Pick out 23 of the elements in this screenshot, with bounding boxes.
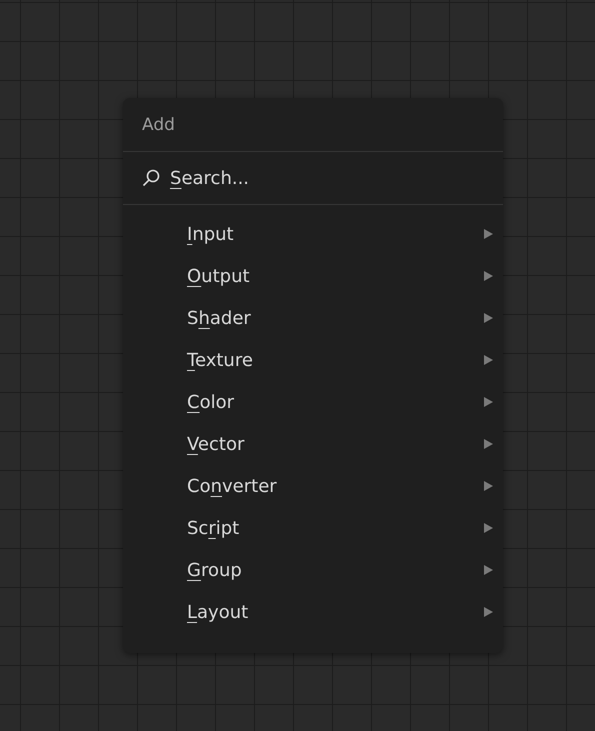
menu-item[interactable]: Texture bbox=[123, 339, 503, 381]
search-icon bbox=[142, 169, 160, 187]
submenu-arrow-icon bbox=[484, 397, 493, 407]
submenu-arrow-icon bbox=[484, 607, 493, 617]
menu-item[interactable]: Layout bbox=[123, 591, 503, 633]
menu-item[interactable]: Group bbox=[123, 549, 503, 591]
submenu-arrow-icon bbox=[484, 523, 493, 533]
search-field[interactable]: Search... bbox=[123, 152, 503, 204]
menu-item[interactable]: Converter bbox=[123, 465, 503, 507]
submenu-arrow-icon bbox=[484, 565, 493, 575]
submenu-arrow-icon bbox=[484, 481, 493, 491]
menu-title: Add bbox=[141, 114, 176, 137]
menu-item[interactable]: Color bbox=[123, 381, 503, 423]
submenu-arrow-icon bbox=[484, 229, 493, 239]
submenu-arrow-icon bbox=[484, 355, 493, 365]
menu-item[interactable]: Output bbox=[123, 255, 503, 297]
menu-item[interactable]: Shader bbox=[123, 297, 503, 339]
menu-item[interactable]: Script bbox=[123, 507, 503, 549]
menu-item[interactable]: Vector bbox=[123, 423, 503, 465]
submenu-arrow-icon bbox=[484, 313, 493, 323]
submenu-arrow-icon bbox=[484, 439, 493, 449]
submenu-arrow-icon bbox=[484, 271, 493, 281]
menu-item[interactable]: Input bbox=[123, 213, 503, 255]
